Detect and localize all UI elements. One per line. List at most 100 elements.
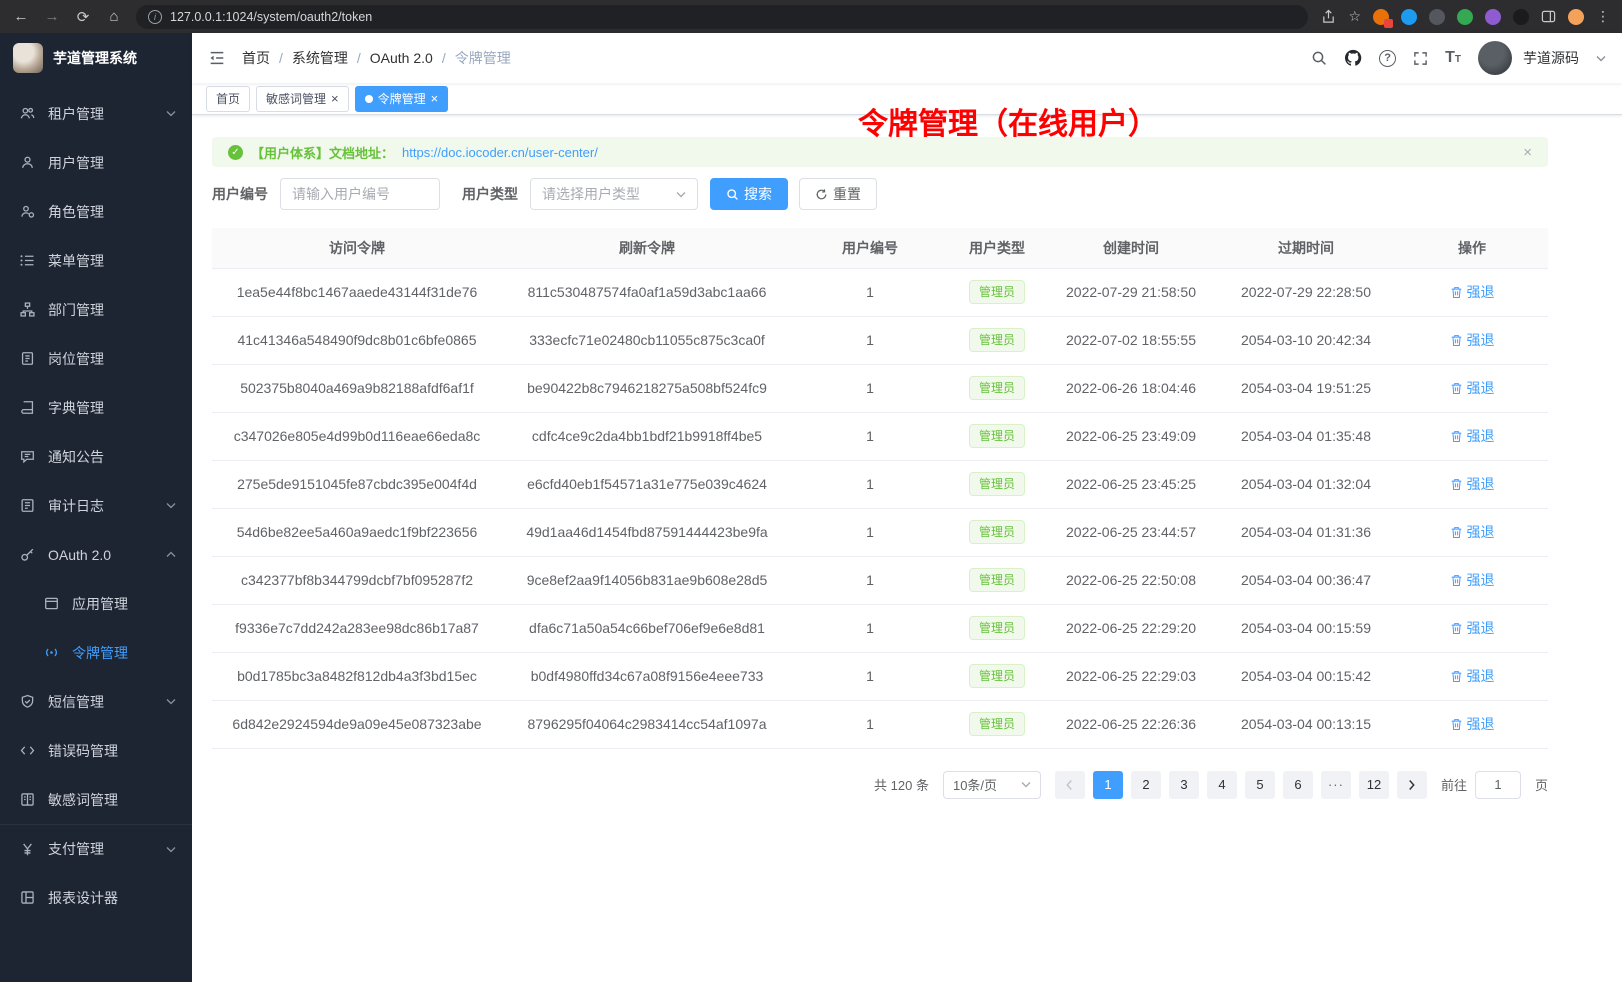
app-logo[interactable]: 芋道管理系统: [0, 33, 192, 83]
sidebar-item-oauth2-token[interactable]: 令牌管理: [0, 628, 192, 677]
address-bar[interactable]: i 127.0.0.1:1024/system/oauth2/token: [136, 5, 1308, 29]
page-button-4[interactable]: 4: [1207, 771, 1237, 799]
sidebar-item-tenant[interactable]: 租户管理: [0, 89, 192, 138]
page-button-2[interactable]: 2: [1131, 771, 1161, 799]
user-type-select[interactable]: 请选择用户类型: [530, 178, 698, 210]
tab-home[interactable]: 首页: [206, 86, 250, 112]
prev-page-button[interactable]: [1055, 771, 1085, 799]
sidebar-item-label: 通知公告: [48, 447, 176, 467]
search-button-label: 搜索: [744, 184, 772, 204]
goto-page-input[interactable]: [1475, 771, 1521, 799]
sidebar-item-post[interactable]: 岗位管理: [0, 334, 192, 383]
force-logout-link[interactable]: 强退: [1450, 330, 1495, 350]
user-avatar[interactable]: [1478, 41, 1512, 75]
sidebar-item-sms[interactable]: 短信管理: [0, 677, 192, 726]
force-logout-link[interactable]: 强退: [1450, 522, 1495, 542]
browser-forward-button[interactable]: →: [43, 8, 61, 25]
sidebar-item-error-code[interactable]: 错误码管理: [0, 726, 192, 775]
pay-icon: [20, 842, 35, 857]
force-logout-link[interactable]: 强退: [1450, 618, 1495, 638]
sidebar-item-dict[interactable]: 字典管理: [0, 383, 192, 432]
page-button-3[interactable]: 3: [1169, 771, 1199, 799]
extension-icon[interactable]: [1373, 9, 1389, 25]
sidebar-item-report[interactable]: 报表设计器: [0, 873, 192, 922]
sidebar-item-user[interactable]: 用户管理: [0, 138, 192, 187]
search-button[interactable]: 搜索: [710, 178, 788, 210]
help-icon[interactable]: ?: [1379, 50, 1396, 67]
force-logout-link[interactable]: 强退: [1450, 426, 1495, 446]
force-logout-link[interactable]: 强退: [1450, 474, 1495, 494]
browser-refresh-button[interactable]: ⟳: [74, 8, 92, 26]
page-content: ✓ 【用户体系】文档地址： https://doc.iocoder.cn/use…: [192, 115, 1622, 982]
force-logout-link[interactable]: 强退: [1450, 570, 1495, 590]
select-placeholder: 请选择用户类型: [542, 184, 640, 204]
github-icon[interactable]: [1344, 49, 1362, 67]
breadcrumb-oauth2[interactable]: OAuth 2.0: [370, 50, 433, 66]
sidebar-fold-icon[interactable]: [208, 49, 226, 67]
browser-home-button[interactable]: ⌂: [105, 8, 123, 25]
share-icon[interactable]: [1321, 9, 1336, 24]
alert-close-icon[interactable]: ×: [1523, 144, 1532, 161]
audit-icon: [20, 498, 35, 513]
user-name[interactable]: 芋道源码: [1523, 48, 1579, 68]
sidebar-item-role[interactable]: 角色管理: [0, 187, 192, 236]
table-row: f9336e7c7dd242a283ee98dc86b17a87dfa6c71a…: [212, 604, 1548, 652]
force-logout-link[interactable]: 强退: [1450, 714, 1495, 734]
access-token-cell: 275e5de9151045fe87cbdc395e004f4d: [212, 460, 502, 508]
tab-close-icon[interactable]: ×: [331, 92, 339, 105]
sidebar-item-notice[interactable]: 通知公告: [0, 432, 192, 481]
extension-icon[interactable]: [1429, 9, 1445, 25]
force-logout-link[interactable]: 强退: [1450, 378, 1495, 398]
browser-profile-avatar[interactable]: [1568, 9, 1584, 25]
sidebar-item-oauth2[interactable]: OAuth 2.0: [0, 530, 192, 579]
expires-at-cell: 2054-03-04 00:36:47: [1216, 556, 1396, 604]
chevron-down-icon[interactable]: [1596, 55, 1606, 62]
sidebar-item-dept[interactable]: 部门管理: [0, 285, 192, 334]
chevron-down-icon: [676, 191, 686, 198]
user-type-badge: 管理员: [969, 424, 1025, 448]
access-token-cell: 6d842e2924594de9a09e45e087323abe: [212, 700, 502, 748]
sidebar-item-menu[interactable]: 菜单管理: [0, 236, 192, 285]
user-id-input[interactable]: [280, 178, 440, 210]
site-info-icon[interactable]: i: [148, 10, 162, 24]
tab-sensitive-word[interactable]: 敏感词管理×: [256, 86, 349, 112]
user-id-cell: 1: [792, 556, 948, 604]
user-type-badge: 管理员: [969, 616, 1025, 640]
browser-back-button[interactable]: ←: [12, 8, 30, 25]
user-type-badge: 管理员: [969, 712, 1025, 736]
extension-icon[interactable]: [1401, 9, 1417, 25]
page-button-6[interactable]: 6: [1283, 771, 1313, 799]
sidebar-item-audit-log[interactable]: 审计日志: [0, 481, 192, 530]
next-page-button[interactable]: [1397, 771, 1427, 799]
breadcrumb-home[interactable]: 首页: [242, 48, 270, 68]
font-size-icon[interactable]: TT: [1445, 49, 1461, 67]
user-type-badge: 管理员: [969, 520, 1025, 544]
force-logout-link[interactable]: 强退: [1450, 282, 1495, 302]
tab-oauth2-token[interactable]: 令牌管理×: [355, 86, 449, 112]
page-button-12[interactable]: 12: [1359, 771, 1389, 799]
breadcrumb-system[interactable]: 系统管理: [292, 48, 348, 68]
extension-icon[interactable]: [1457, 9, 1473, 25]
sidebar-item-oauth2-app[interactable]: 应用管理: [0, 579, 192, 628]
tab-close-icon[interactable]: ×: [431, 92, 439, 105]
sidebar-item-sensitive-word[interactable]: 敏感词管理: [0, 775, 192, 824]
page-button-5[interactable]: 5: [1245, 771, 1275, 799]
fullscreen-icon[interactable]: [1413, 51, 1428, 66]
sidebar-item-pay[interactable]: 支付管理: [0, 824, 192, 873]
extension-icon[interactable]: [1513, 9, 1529, 25]
reset-button[interactable]: 重置: [799, 178, 877, 210]
chevron-down-icon: [166, 110, 176, 117]
force-logout-link[interactable]: 强退: [1450, 666, 1495, 686]
search-icon[interactable]: [1311, 50, 1327, 66]
alert-doc-link[interactable]: https://doc.iocoder.cn/user-center/: [402, 145, 598, 160]
bookmark-star-icon[interactable]: ☆: [1348, 8, 1361, 25]
browser-menu-icon[interactable]: ⋮: [1596, 8, 1610, 25]
chevron-down-icon: [166, 698, 176, 705]
side-panel-icon[interactable]: [1541, 9, 1556, 24]
page-ellipsis[interactable]: ···: [1321, 771, 1351, 799]
page-size-select[interactable]: 10条/页: [943, 771, 1041, 799]
extension-icon[interactable]: [1485, 9, 1501, 25]
app-title: 芋道管理系统: [53, 48, 137, 68]
page-button-1[interactable]: 1: [1093, 771, 1123, 799]
access-token-cell: 1ea5e44f8bc1467aaede43144f31de76: [212, 268, 502, 316]
